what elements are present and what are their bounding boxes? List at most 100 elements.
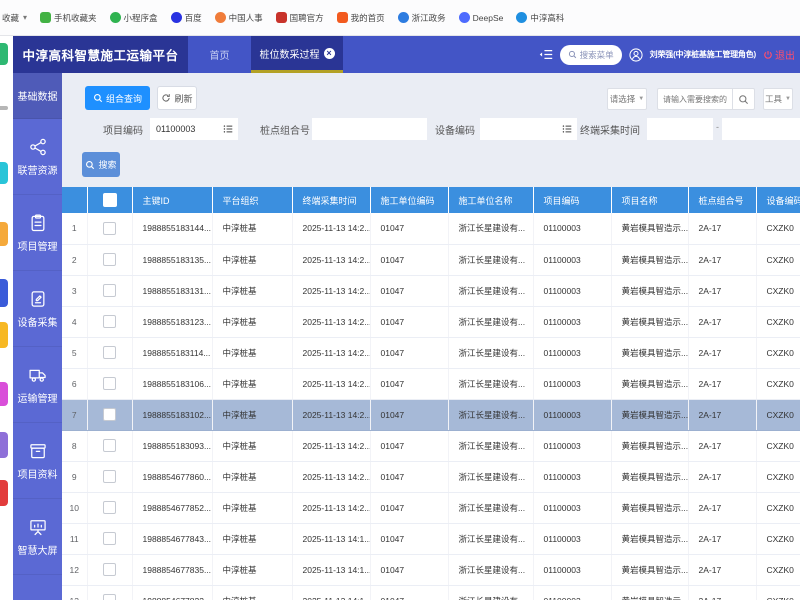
list-picker-icon[interactable] (223, 124, 233, 134)
menu-search-pill[interactable]: 搜索菜单 (560, 45, 622, 65)
table-row[interactable]: 71988855183102...中淳桩基2025-11-13 14:2...0… (62, 399, 800, 430)
row-checkbox[interactable] (103, 439, 116, 452)
row-checkbox[interactable] (103, 315, 116, 328)
table-row[interactable]: 131988854677822...中淳桩基2025-11-13 14:1...… (62, 585, 800, 600)
row-checkbox[interactable] (103, 222, 116, 235)
bookmark-item[interactable]: 我的首页 (337, 12, 385, 24)
bookmark-label: 百度 (185, 12, 202, 24)
table-row[interactable]: 11988855183144...中淳桩基2025-11-13 14:2...0… (62, 213, 800, 244)
search-icon (93, 93, 103, 103)
cell-id: 1988854677822... (132, 585, 212, 600)
sidebar-item-label: 项目管理 (18, 238, 58, 253)
sidebar-item-4[interactable]: 设备采集 (13, 271, 62, 347)
dock-icon-fragment (0, 222, 8, 246)
row-number: 13 (62, 585, 87, 600)
table-row[interactable]: 61988855183106...中淳桩基2025-11-13 14:2...0… (62, 368, 800, 399)
cell-time: 2025-11-13 14:2... (292, 244, 370, 275)
sidebar-item-6[interactable]: 项目资料 (13, 423, 62, 499)
column-select[interactable]: 请选择▼ (607, 88, 647, 110)
table-search-input[interactable] (657, 88, 732, 110)
table-row[interactable]: 101988854677852...中淳桩基2025-11-13 14:2...… (62, 492, 800, 523)
logout-button[interactable]: 退出 (763, 47, 795, 62)
table-row[interactable]: 41988855183123...中淳桩基2025-11-13 14:2...0… (62, 306, 800, 337)
search-button[interactable]: 搜索 (82, 152, 120, 177)
tab-home[interactable]: 首页 (188, 36, 251, 73)
collect-time-to-input[interactable] (722, 118, 800, 140)
project-code-input[interactable] (150, 118, 223, 140)
select-all-checkbox[interactable] (103, 193, 117, 207)
close-icon[interactable]: × (324, 48, 335, 59)
dock-icon-fragment (0, 322, 8, 348)
table-row[interactable]: 121988854677835...中淳桩基2025-11-13 14:1...… (62, 554, 800, 585)
cell-org: 中淳桩基 (212, 430, 292, 461)
bookmark-item[interactable]: 百度 (171, 12, 202, 24)
sidebar-item-5[interactable]: 运输管理 (13, 347, 62, 423)
cell-project_name: 黄岩模具智造示... (611, 213, 688, 244)
bookmark-favicon (337, 12, 348, 23)
table-row[interactable]: 111988854677843...中淳桩基2025-11-13 14:1...… (62, 523, 800, 554)
cell-device_code: CXZK0 (756, 430, 800, 461)
row-select-cell (87, 399, 132, 430)
dock-icon-fragment (0, 432, 8, 458)
row-checkbox[interactable] (103, 563, 116, 576)
row-checkbox[interactable] (103, 377, 116, 390)
device-code-input[interactable] (480, 118, 562, 140)
row-checkbox[interactable] (103, 284, 116, 297)
cell-pile_group: 2A-17 (688, 523, 756, 554)
cell-unit_code: 01047 (370, 585, 448, 600)
row-number: 4 (62, 306, 87, 337)
cell-device_code: CXZK0 (756, 244, 800, 275)
row-checkbox[interactable] (103, 594, 116, 600)
cell-device_code: CXZK0 (756, 585, 800, 600)
bookmark-favicon (110, 12, 121, 23)
cell-device_code: CXZK0 (756, 399, 800, 430)
cell-time: 2025-11-13 14:2... (292, 368, 370, 399)
table-row[interactable]: 21988855183135...中淳桩基2025-11-13 14:2...0… (62, 244, 800, 275)
row-select-cell (87, 461, 132, 492)
bookmark-item[interactable]: 手机收藏夹 (40, 12, 97, 24)
table-row[interactable]: 91988854677860...中淳桩基2025-11-13 14:2...0… (62, 461, 800, 492)
tools-button[interactable]: 工具▼ (763, 88, 793, 110)
row-checkbox[interactable] (103, 408, 116, 421)
column-header: 平台组织 (212, 187, 292, 213)
sidebar-item-7[interactable]: 智慧大屏 (13, 499, 62, 575)
table-row[interactable]: 51988855183114...中淳桩基2025-11-13 14:2...0… (62, 337, 800, 368)
list-picker-icon[interactable] (562, 124, 572, 134)
screen: 收藏 ▾ 手机收藏夹 小程序盒 百度 中国人事 国聘官方 我的首页 浙江政务 DeepSe 中淳… (0, 0, 800, 600)
menu-fold-icon[interactable] (539, 49, 553, 60)
cell-project_code: 01100003 (533, 430, 611, 461)
row-checkbox[interactable] (103, 501, 116, 514)
cell-unit_name: 浙江长星建设有... (448, 554, 533, 585)
sidebar-item-3[interactable]: 项目管理 (13, 195, 62, 271)
sidebar-item-1[interactable]: 基础数据 (13, 73, 62, 119)
sidebar-item-2[interactable]: 联营资源 (13, 119, 62, 195)
table-row[interactable]: 81988855183093...中淳桩基2025-11-13 14:2...0… (62, 430, 800, 461)
bookmark-collect[interactable]: 收藏 ▾ (2, 12, 27, 24)
tab-pile-data-collect[interactable]: 桩位数采过程 × (251, 36, 343, 73)
bookmark-favicon (171, 12, 182, 23)
row-checkbox[interactable] (103, 470, 116, 483)
row-checkbox[interactable] (103, 253, 116, 266)
row-checkbox[interactable] (103, 532, 116, 545)
column-select-label: 请选择 (610, 93, 636, 105)
bookmark-label: DeepSe (473, 13, 504, 23)
table-search-button[interactable] (732, 88, 755, 110)
table-row[interactable]: 31988855183131...中淳桩基2025-11-13 14:2...0… (62, 275, 800, 306)
table-header-row: 主键ID平台组织终端采集时间施工单位编码施工单位名称项目编码项目名称桩点组合号设… (62, 187, 800, 213)
cell-id: 1988855183144... (132, 213, 212, 244)
bookmark-item[interactable]: 浙江政务 (398, 12, 446, 24)
bookmark-item[interactable]: 中国人事 (215, 12, 263, 24)
collect-time-from-input[interactable] (647, 118, 713, 140)
bookmark-item[interactable]: 中淳高科 (516, 12, 564, 24)
bookmark-item[interactable]: 国聘官方 (276, 12, 324, 24)
combo-query-button[interactable]: 组合查询 (85, 86, 150, 110)
cell-time: 2025-11-13 14:1... (292, 554, 370, 585)
row-checkbox[interactable] (103, 346, 116, 359)
cell-device_code: CXZK0 (756, 492, 800, 523)
cell-unit_name: 浙江长星建设有... (448, 306, 533, 337)
bookmark-item[interactable]: DeepSe (459, 12, 504, 23)
pile-group-input[interactable] (312, 118, 427, 140)
cell-project_name: 黄岩模具智造示... (611, 368, 688, 399)
refresh-button[interactable]: 刷新 (157, 86, 197, 110)
bookmark-item[interactable]: 小程序盒 (110, 12, 158, 24)
